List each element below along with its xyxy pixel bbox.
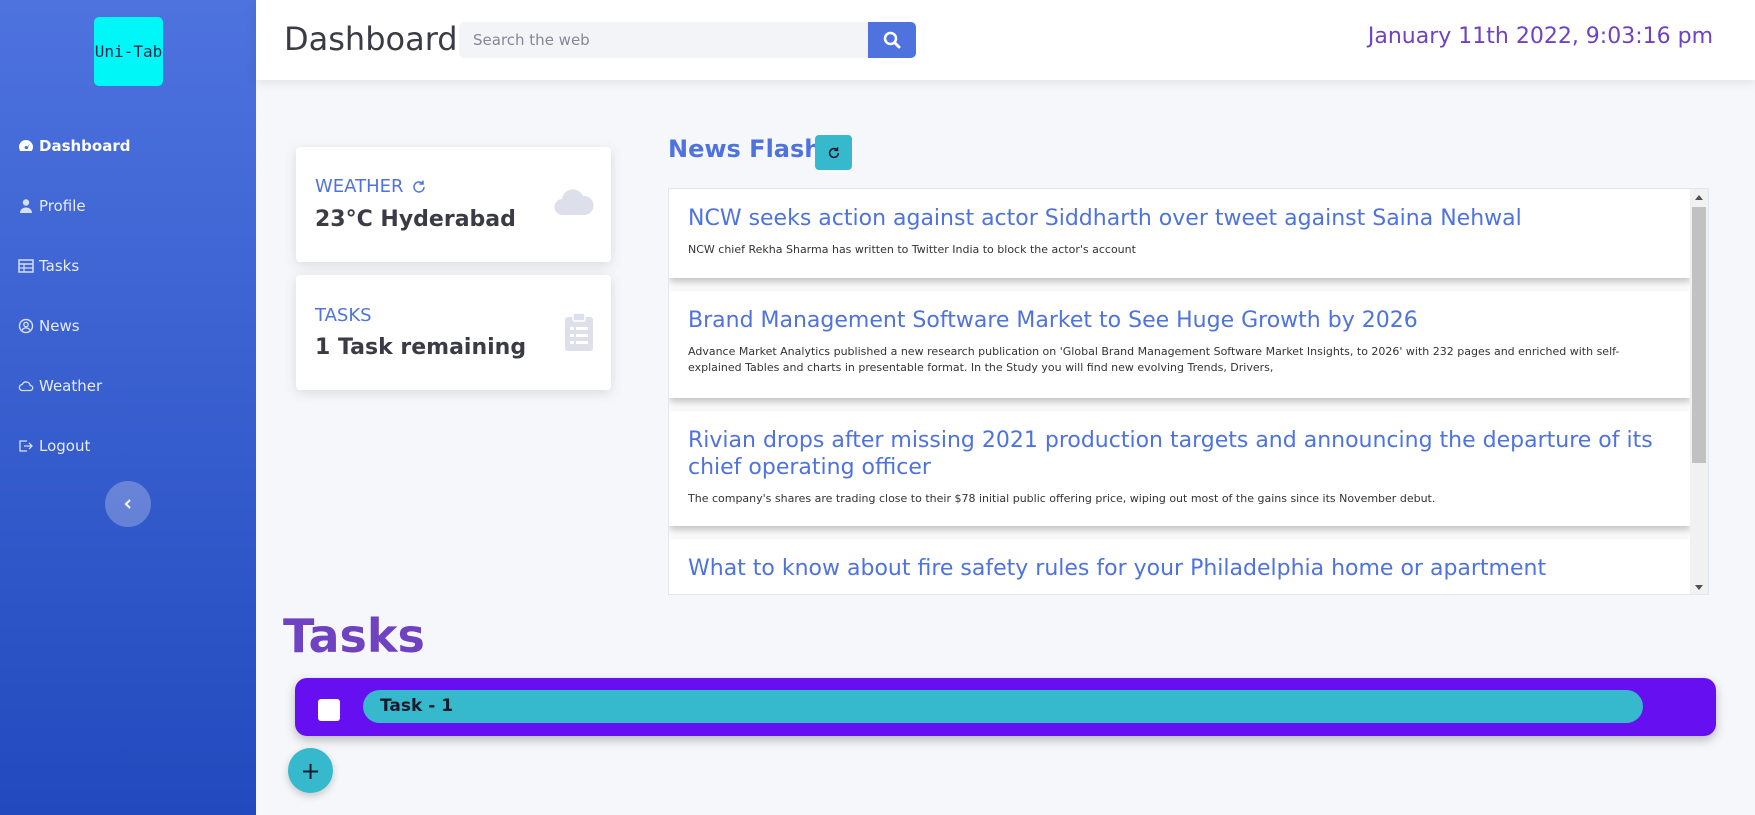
scrollbar-thumb[interactable] [1692, 207, 1706, 463]
current-datetime: January 11th 2022, 9:03:16 pm [1367, 24, 1713, 49]
news-item[interactable]: What to know about fire safety rules for… [669, 539, 1691, 594]
tasks-card: TASKS 1 Task remaining [296, 275, 611, 390]
news-scrollbar[interactable] [1690, 189, 1708, 594]
sidebar-item-logout[interactable]: Logout [0, 416, 256, 476]
news-description: NCW chief Rekha Sharma has written to Tw… [688, 243, 1136, 256]
search-icon [883, 31, 901, 49]
weather-label: WEATHER [315, 176, 427, 197]
page-title: Dashboard [284, 20, 458, 58]
scroll-down-icon[interactable] [1690, 580, 1708, 594]
sidebar-item-dashboard[interactable]: Dashboard [0, 116, 256, 176]
table-icon [18, 259, 34, 273]
news-headline[interactable]: What to know about fire safety rules for… [688, 555, 1672, 582]
topbar: Dashboard January 11th 2022, 9:03:16 pm [256, 0, 1755, 80]
search-input[interactable] [459, 22, 871, 58]
cloud-icon [18, 381, 34, 392]
task-label[interactable]: Task - 1 [363, 690, 1643, 723]
tasks-remaining-value: 1 Task remaining [315, 335, 527, 360]
cloud-icon [554, 189, 594, 216]
add-task-button[interactable]: + [288, 748, 333, 793]
sidebar-collapse-button[interactable] [105, 481, 151, 527]
search-button[interactable] [868, 22, 916, 58]
plus-icon: + [300, 756, 321, 785]
refresh-icon[interactable] [411, 179, 427, 195]
news-headline[interactable]: Brand Management Software Market to See … [688, 307, 1672, 334]
sign-out-icon [19, 440, 33, 452]
sidebar-item-label: Profile [39, 197, 86, 215]
news-description: The company's shares are trading close t… [688, 492, 1436, 505]
sidebar-item-label: Dashboard [39, 137, 131, 155]
sidebar-item-label: News [39, 317, 80, 335]
news-item[interactable]: Rivian drops after missing 2021 producti… [669, 411, 1691, 526]
news-headline[interactable]: NCW seeks action against actor Siddharth… [688, 205, 1672, 232]
news-item[interactable]: Brand Management Software Market to See … [669, 291, 1691, 398]
user-circle-icon [18, 318, 34, 334]
tasks-heading: Tasks [283, 609, 425, 663]
sidebar-item-weather[interactable]: Weather [0, 356, 256, 416]
sidebar-item-label: Weather [39, 377, 103, 395]
sidebar: Uni-Tab Dashboard Profile Tasks News Wea… [0, 0, 256, 815]
sidebar-item-news[interactable]: News [0, 296, 256, 356]
sidebar-item-label: Tasks [39, 257, 80, 275]
app-logo[interactable]: Uni-Tab [94, 17, 163, 86]
task-row: Task - 1 [295, 678, 1716, 736]
weather-value: 23°C Hyderabad [315, 207, 516, 232]
sidebar-item-tasks[interactable]: Tasks [0, 236, 256, 296]
news-description: Advance Market Analytics published a new… [688, 345, 1620, 374]
user-icon [20, 199, 32, 213]
news-refresh-button[interactable] [815, 135, 852, 170]
weather-label-text: WEATHER [315, 176, 404, 197]
refresh-icon [828, 146, 839, 158]
clipboard-list-icon [565, 313, 593, 351]
gauge-icon [19, 140, 33, 151]
sidebar-item-profile[interactable]: Profile [0, 176, 256, 236]
tasks-label: TASKS [315, 305, 372, 326]
sidebar-nav: Dashboard Profile Tasks News Weather Log… [0, 116, 256, 476]
news-list[interactable]: NCW seeks action against actor Siddharth… [668, 188, 1709, 595]
chevron-left-icon [124, 499, 131, 509]
news-headline[interactable]: Rivian drops after missing 2021 producti… [688, 427, 1672, 481]
news-item[interactable]: NCW seeks action against actor Siddharth… [669, 189, 1691, 278]
task-checkbox[interactable] [318, 699, 340, 721]
scroll-up-icon[interactable] [1690, 191, 1708, 205]
weather-card: WEATHER 23°C Hyderabad [296, 147, 611, 262]
news-flash-title: News Flash [668, 135, 822, 163]
logo-text: Uni-Tab [94, 42, 163, 61]
sidebar-item-label: Logout [39, 437, 91, 455]
